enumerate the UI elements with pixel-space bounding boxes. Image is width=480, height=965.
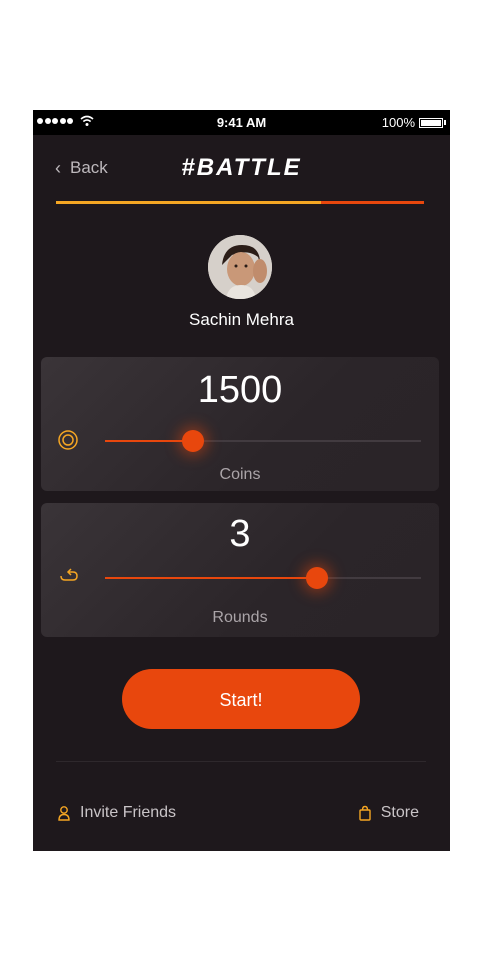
battery-percent: 100%: [381, 115, 415, 130]
rounds-label: Rounds: [212, 609, 268, 626]
coins-slider[interactable]: [105, 430, 421, 452]
battery-indicator: 100%: [382, 115, 446, 130]
rounds-slider-thumb[interactable]: [305, 567, 328, 589]
profile-name: Sachin Mehra: [189, 310, 294, 329]
coins-label: Coins: [219, 466, 261, 483]
progress-fill: [56, 201, 321, 204]
footer-divider: [56, 761, 426, 762]
user-icon: [57, 805, 71, 821]
rounds-slider-fill: [105, 577, 317, 579]
rounds-icon: [60, 568, 78, 581]
battery-icon: [419, 117, 443, 128]
page-title: #BATTLE: [181, 154, 302, 181]
rounds-slider[interactable]: [105, 567, 421, 589]
invite-friends-label: Invite Friends: [80, 804, 177, 821]
store-label: Store: [380, 804, 419, 821]
battle-progress-bar: [56, 201, 424, 204]
avatar-photo: [208, 235, 272, 299]
avatar: [208, 235, 272, 299]
store-button[interactable]: Store: [358, 804, 419, 822]
coins-card: 1500 Coins: [41, 357, 439, 491]
status-bar: 9:41 AM 100%: [33, 110, 450, 135]
shopping-bag-icon: [358, 805, 372, 821]
rounds-value: 3: [229, 513, 251, 555]
start-button[interactable]: Start!: [122, 669, 360, 729]
phone-screen: 9:41 AM 100% ‹ Back #BATTLE Sachin Mehra…: [33, 110, 450, 851]
coins-slider-thumb[interactable]: [182, 430, 205, 452]
coins-value: 1500: [197, 369, 283, 411]
coin-icon: [58, 430, 78, 450]
rounds-card: 3 Rounds: [41, 503, 439, 637]
coins-slider-fill: [105, 440, 194, 442]
invite-friends-button[interactable]: Invite Friends: [57, 804, 176, 822]
